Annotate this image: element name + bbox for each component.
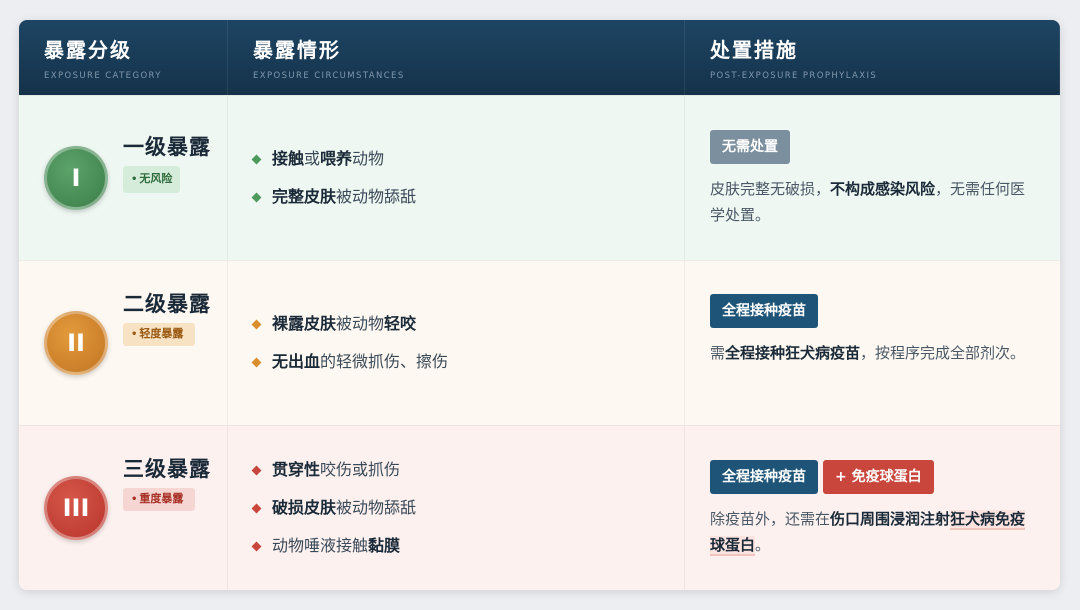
vaccine-tag: 全程接种疫苗 — [710, 460, 818, 494]
header-prophylaxis: 处置措施 POST-EXPOSURE PROPHYLAXIS — [685, 20, 1060, 95]
circumstance-item: 裸露皮肤被动物轻咬 — [251, 305, 684, 343]
circumstance-item: 贯穿性咬伤或抓伤 — [251, 451, 684, 489]
circumstance-item: 破损皮肤被动物舔舐 — [251, 489, 684, 527]
category-name-2: 二级暴露 — [123, 292, 211, 316]
circumstance-item: 动物唾液接触黏膜 — [251, 527, 684, 565]
exposure-table: 暴露分级 EXPOSURE CATEGORY 暴露情形 EXPOSURE CIR… — [19, 20, 1060, 590]
circumstance-item: 完整皮肤被动物舔舐 — [251, 178, 684, 216]
level-badge-3: III — [44, 476, 108, 540]
header-circumstances-subtitle: EXPOSURE CIRCUMSTANCES — [253, 71, 405, 81]
dot-icon: • — [131, 329, 138, 340]
dot-icon: • — [131, 174, 138, 185]
prophylaxis-cell-3: 全程接种疫苗 + 免疫球蛋白 除疫苗外，还需在伤口周围浸润注射狂犬病免疫球蛋白。 — [685, 425, 1060, 590]
category-cell-1: I 一级暴露 • 无风险 — [19, 95, 228, 260]
circumstances-cell-2: 裸露皮肤被动物轻咬 无出血的轻微抓伤、擦伤 — [228, 260, 685, 425]
risk-tag-1: • 无风险 — [123, 166, 181, 193]
header-circumstances-title: 暴露情形 — [253, 38, 341, 62]
header-prophylaxis-subtitle: POST-EXPOSURE PROPHYLAXIS — [710, 71, 878, 81]
category-name-3: 三级暴露 — [123, 457, 211, 481]
dot-icon: • — [131, 494, 138, 505]
prophylaxis-cell-1: 无需处置 皮肤完整无破损，不构成感染风险，无需任何医学处置。 — [685, 95, 1060, 260]
prophylaxis-description-2: 需全程接种狂犬病疫苗，按程序完成全部剂次。 — [710, 344, 1026, 362]
prophylaxis-description-3: 除疫苗外，还需在伤口周围浸润注射狂犬病免疫球蛋白。 — [710, 510, 1026, 556]
circumstances-cell-1: 接触或喂养动物 完整皮肤被动物舔舐 — [228, 95, 685, 260]
circumstance-item: 无出血的轻微抓伤、擦伤 — [251, 343, 684, 381]
diamond-bullet-icon — [251, 503, 262, 513]
immunoglobulin-tag: + 免疫球蛋白 — [823, 460, 934, 494]
risk-tag-2: • 轻度暴露 — [123, 323, 196, 346]
header-prophylaxis-title: 处置措施 — [710, 38, 798, 62]
vaccine-tag: 全程接种疫苗 — [710, 294, 818, 328]
level-badge-1: I — [44, 146, 108, 210]
header-circumstances: 暴露情形 EXPOSURE CIRCUMSTANCES — [228, 20, 685, 95]
circumstances-cell-3: 贯穿性咬伤或抓伤 破损皮肤被动物舔舐 动物唾液接触黏膜 — [228, 425, 685, 590]
diamond-bullet-icon — [251, 465, 262, 475]
diamond-bullet-icon — [251, 319, 262, 329]
header-category-subtitle: EXPOSURE CATEGORY — [44, 71, 162, 81]
circumstance-item: 接触或喂养动物 — [251, 140, 684, 178]
diamond-bullet-icon — [251, 541, 262, 551]
header-category-title: 暴露分级 — [44, 38, 132, 62]
prophylaxis-description-1: 皮肤完整无破损，不构成感染风险，无需任何医学处置。 — [710, 180, 1026, 224]
level-badge-2: II — [44, 311, 108, 375]
category-cell-2: II 二级暴露 • 轻度暴露 — [19, 260, 228, 425]
diamond-bullet-icon — [251, 154, 262, 164]
category-cell-3: III 三级暴露 • 重度暴露 — [19, 425, 228, 590]
header-category: 暴露分级 EXPOSURE CATEGORY — [19, 20, 228, 95]
diamond-bullet-icon — [251, 192, 262, 202]
category-name-1: 一级暴露 — [123, 135, 211, 159]
no-treatment-tag: 无需处置 — [710, 130, 790, 164]
diamond-bullet-icon — [251, 357, 262, 367]
risk-tag-3: • 重度暴露 — [123, 488, 196, 511]
prophylaxis-cell-2: 全程接种疫苗 需全程接种狂犬病疫苗，按程序完成全部剂次。 — [685, 260, 1060, 425]
